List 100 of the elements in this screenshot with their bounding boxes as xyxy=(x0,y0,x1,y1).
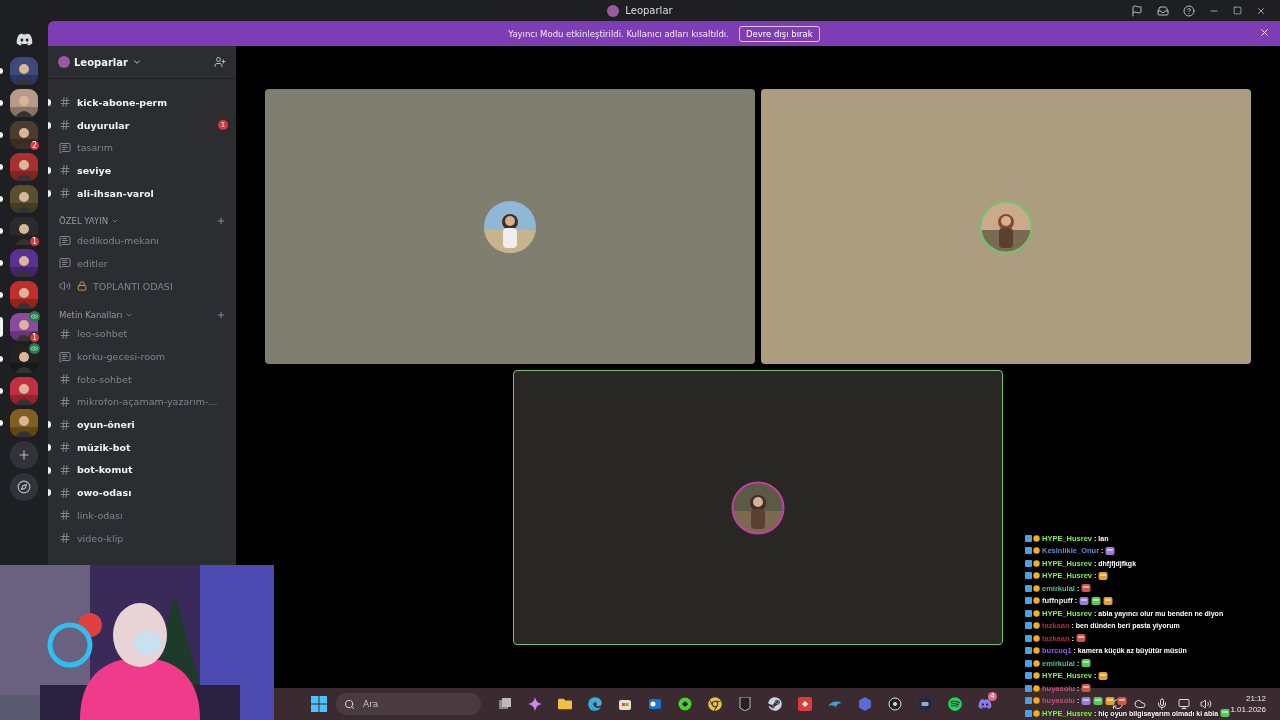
channel-item[interactable]: owo-odası xyxy=(48,481,236,504)
compass-icon xyxy=(17,480,31,494)
badge-icon xyxy=(1025,572,1040,580)
channel-name: dedikodu-mekanı xyxy=(77,235,159,247)
badge-icon xyxy=(1025,597,1040,605)
chevron-icon[interactable] xyxy=(132,57,142,67)
emote-icon xyxy=(1081,658,1092,669)
channel-item[interactable]: mikrofon-açamam-yazarım-... xyxy=(48,390,236,414)
channel-item[interactable]: korku-gecesi-room xyxy=(48,345,236,368)
category-title[interactable]: Metin Kanalları xyxy=(59,309,123,320)
channel-item[interactable]: ali-ihsan-varol xyxy=(48,181,236,205)
search-icon xyxy=(344,698,355,710)
emote-icon xyxy=(1081,683,1092,694)
server-icon xyxy=(58,56,70,68)
help-icon[interactable] xyxy=(1183,4,1195,17)
badge-icon xyxy=(1025,647,1040,655)
badge-icon xyxy=(1025,709,1040,717)
channel-name: link-odası xyxy=(77,509,123,521)
emote-icon xyxy=(1091,595,1102,606)
display-icon[interactable] xyxy=(1178,698,1191,710)
server-name[interactable]: Leoparlar xyxy=(74,56,128,68)
microphone-icon[interactable] xyxy=(1156,698,1169,710)
unread-indicator xyxy=(48,189,51,197)
clock[interactable]: 21:12 1.01.2026 xyxy=(1230,693,1266,715)
badge-icon xyxy=(1025,534,1040,542)
add-server-button[interactable] xyxy=(10,441,38,469)
channel-item[interactable]: editler xyxy=(48,252,236,275)
invite-icon[interactable] xyxy=(214,56,226,68)
channel-name: duyurular xyxy=(77,119,130,131)
channel-name: müzik-bot xyxy=(77,441,131,453)
emote-icon xyxy=(1081,583,1092,594)
cloud-icon[interactable] xyxy=(1134,698,1147,710)
unread-indicator xyxy=(48,167,51,175)
channel-name: bot-komut xyxy=(77,464,133,476)
inbox-icon[interactable] xyxy=(1157,4,1169,17)
badge-icon xyxy=(1025,697,1040,705)
video-tile[interactable] xyxy=(265,89,755,364)
badge-icon xyxy=(1025,622,1040,630)
close-icon[interactable] xyxy=(1256,5,1266,16)
speaker-icon[interactable] xyxy=(1200,698,1213,710)
video-tile[interactable] xyxy=(761,89,1251,364)
badge-icon xyxy=(1025,672,1040,680)
channel-item[interactable]: kick-abone-perm xyxy=(48,91,236,114)
speaker-icon xyxy=(59,280,71,293)
emote-icon xyxy=(1093,695,1104,706)
channel-name: oyun-öneri xyxy=(77,419,135,431)
channel-item[interactable]: video-klip xyxy=(48,526,236,550)
maximize-icon[interactable] xyxy=(1233,6,1242,15)
channel-item[interactable]: seviye xyxy=(48,159,236,182)
emote-icon xyxy=(1075,633,1086,644)
badge-icon xyxy=(1025,559,1040,567)
channel-name: video-klip xyxy=(77,532,124,544)
unread-indicator xyxy=(48,489,51,497)
explore-button[interactable] xyxy=(10,473,38,501)
channel-item[interactable]: dedikodu-mekanı xyxy=(48,229,236,253)
badge-icon xyxy=(1025,684,1040,692)
emote-icon xyxy=(1098,570,1109,581)
unread-indicator xyxy=(48,121,51,129)
channel-name: leo-sohbet xyxy=(77,328,128,340)
video-tile[interactable] xyxy=(513,370,1003,645)
emote-icon xyxy=(1105,545,1116,556)
unread-indicator xyxy=(48,443,51,451)
unread-indicator xyxy=(48,466,51,474)
emote-icon xyxy=(1098,670,1109,681)
mention-badge: 2 xyxy=(29,140,40,151)
server-icon xyxy=(607,4,620,17)
emote-icon xyxy=(1081,695,1092,706)
badge-icon xyxy=(1025,547,1040,555)
channel-item[interactable]: bot-komut xyxy=(48,458,236,482)
channel-name: foto-sohbet xyxy=(77,373,132,385)
category-title[interactable]: ÖZEL YAYIN xyxy=(59,216,109,227)
disable-button[interactable]: Devre dışı bırak xyxy=(738,25,820,42)
channel-name: seviye xyxy=(77,164,112,176)
badge-icon xyxy=(1025,659,1040,667)
add-channel-icon[interactable] xyxy=(216,216,226,227)
search-field[interactable]: Ara xyxy=(336,693,481,715)
channel-item[interactable]: tasarım xyxy=(48,136,236,160)
channel-item[interactable]: TOPLANTI ODASI xyxy=(48,274,236,298)
channel-name: tasarım xyxy=(77,142,114,154)
badge-icon xyxy=(1025,584,1040,592)
channel-name: ali-ihsan-varol xyxy=(77,187,154,199)
close-icon[interactable] xyxy=(1259,27,1270,38)
badge-icon xyxy=(1025,634,1040,642)
emote-icon xyxy=(1220,708,1231,719)
emote-icon xyxy=(1079,595,1090,606)
emote-icon xyxy=(1117,695,1128,706)
channel-item[interactable]: leo-sohbet xyxy=(48,322,236,346)
unread-indicator xyxy=(48,421,51,429)
channel-item[interactable]: oyun-öneri xyxy=(48,413,236,436)
unread-indicator xyxy=(48,99,51,106)
emote-icon xyxy=(1105,695,1116,706)
flag-icon[interactable] xyxy=(1131,4,1143,17)
channel-name: editler xyxy=(77,257,108,269)
add-channel-icon[interactable] xyxy=(216,309,226,320)
channel-name: mikrofon-açamam-yazarım-... xyxy=(77,396,218,408)
channel-item[interactable]: link-odası xyxy=(48,504,236,527)
channel-item[interactable]: müzik-bot xyxy=(48,435,236,459)
channel-name: korku-gecesi-room xyxy=(77,351,166,363)
mention-badge: 1 xyxy=(29,236,40,247)
channel-item[interactable]: foto-sohbet xyxy=(48,367,236,391)
